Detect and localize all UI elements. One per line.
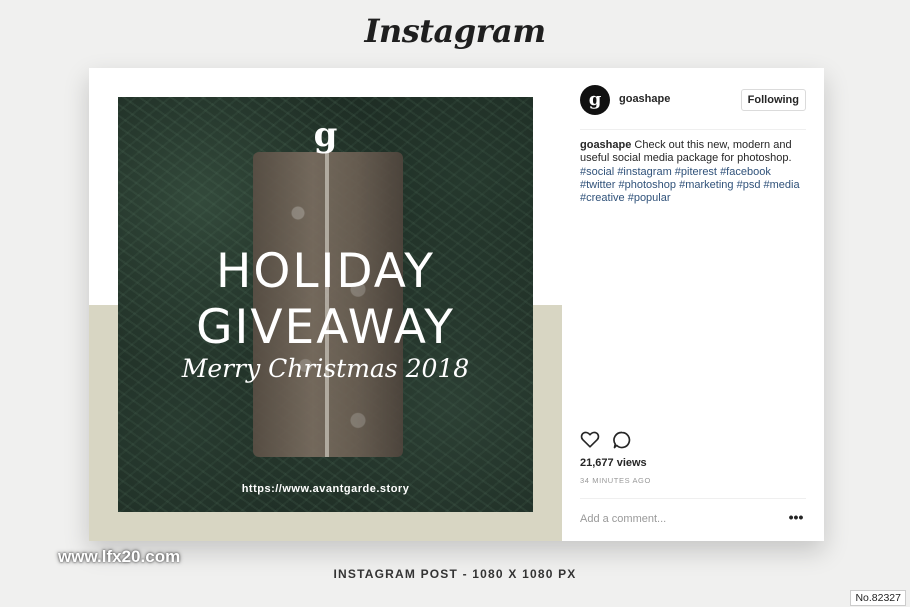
- hashtag-creative[interactable]: #creative: [580, 192, 625, 204]
- instagram-logo: Instagram: [364, 12, 546, 50]
- headline-subline: Merry Christmas 2018: [181, 354, 470, 383]
- comment-divider: [580, 498, 806, 499]
- post-sidebar: g goashape Following goashape Check out …: [580, 68, 806, 541]
- post-timestamp: 34 MINUTES AGO: [580, 476, 651, 485]
- brand-mark: g: [313, 115, 338, 155]
- instagram-post-card: g HOLIDAY GIVEAWAY Merry Christmas 2018 …: [89, 68, 824, 541]
- header-divider: [580, 129, 806, 130]
- hashtag-psd[interactable]: #psd: [737, 179, 761, 191]
- footer-caption: INSTAGRAM POST - 1080 X 1080 PX: [333, 567, 577, 581]
- image-text-overlay: g HOLIDAY GIVEAWAY Merry Christmas 2018 …: [118, 97, 533, 512]
- stock-id-label: No.82327: [850, 590, 906, 606]
- headline-line-1: HOLIDAY: [216, 244, 435, 299]
- hashtag-media[interactable]: #media: [764, 179, 800, 191]
- hashtag-photoshop[interactable]: #photoshop: [619, 179, 677, 191]
- watermark-text: www.lfx20.com: [58, 547, 181, 566]
- following-button[interactable]: Following: [740, 89, 806, 111]
- hashtag-social[interactable]: #social: [580, 166, 614, 178]
- heart-icon[interactable]: [580, 430, 602, 450]
- hashtag-piterest[interactable]: #piterest: [675, 166, 717, 178]
- hashtag-twitter[interactable]: #twitter: [580, 179, 615, 191]
- more-options-button[interactable]: •••: [786, 510, 806, 527]
- headline-line-2: GIVEAWAY: [196, 300, 455, 355]
- image-url-text: https://www.avantgarde.story: [241, 483, 410, 495]
- hashtag-marketing[interactable]: #marketing: [679, 179, 733, 191]
- comment-icon[interactable]: [612, 430, 634, 450]
- view-count: 21,677 views: [580, 457, 647, 469]
- post-caption: goashape Check out this new, modern and …: [580, 139, 806, 205]
- author-username[interactable]: goashape: [619, 93, 670, 105]
- hashtag-facebook[interactable]: #facebook: [720, 166, 771, 178]
- hashtag-popular[interactable]: #popular: [628, 192, 671, 204]
- hashtag-instagram[interactable]: #instagram: [617, 166, 671, 178]
- caption-username[interactable]: goashape: [580, 139, 631, 151]
- avatar[interactable]: g: [580, 85, 610, 115]
- comment-input[interactable]: [580, 511, 770, 527]
- post-image[interactable]: g HOLIDAY GIVEAWAY Merry Christmas 2018 …: [118, 97, 533, 512]
